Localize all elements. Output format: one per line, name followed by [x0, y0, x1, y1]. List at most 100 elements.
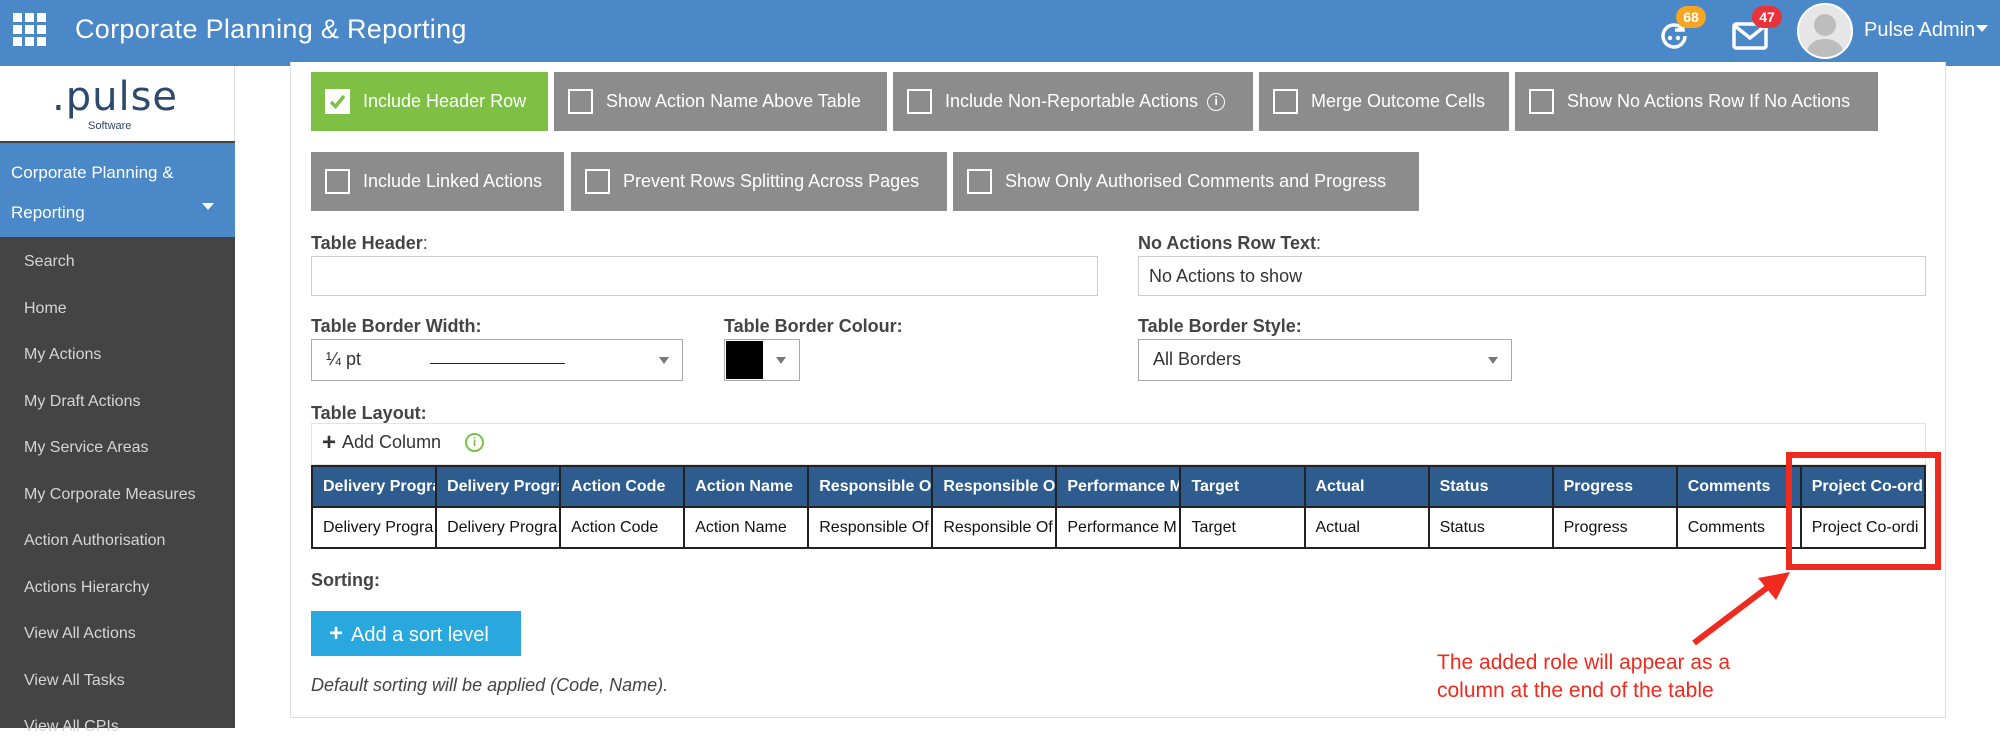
add-sort-level-button[interactable]: + Add a sort level [311, 611, 521, 656]
messages-button[interactable]: 47 [1732, 6, 1782, 54]
column-header[interactable]: Action Code [559, 465, 686, 508]
sidebar-item-view-all-actions[interactable]: View All Actions [0, 611, 235, 658]
option-label: Merge Outcome Cells [1311, 91, 1486, 111]
apps-grid-icon[interactable] [13, 13, 47, 47]
user-silhouette-icon [1805, 14, 1845, 57]
show-action-name-toggle[interactable]: Show Action Name Above Table [554, 72, 887, 131]
show-only-authorised-toggle[interactable]: Show Only Authorised Comments and Progre… [953, 152, 1419, 211]
colour-swatch [726, 341, 763, 379]
column-header[interactable]: Delivery Progra [435, 465, 562, 508]
merge-outcome-cells-toggle[interactable]: Merge Outcome Cells [1259, 72, 1509, 131]
checkbox[interactable] [1273, 89, 1298, 114]
table-border-width-select[interactable]: ¼ pt [311, 339, 683, 381]
checkbox[interactable] [325, 169, 350, 194]
option-label: Show Only Authorised Comments and Progre… [1005, 171, 1387, 191]
annotation-arrow-icon [1692, 572, 1790, 646]
column-header[interactable]: Actual [1303, 465, 1430, 508]
no-actions-row-text-input[interactable] [1138, 256, 1926, 296]
column-header[interactable]: Status [1427, 465, 1554, 508]
checkbox[interactable] [967, 169, 992, 194]
table-border-style-select[interactable]: All Borders [1138, 339, 1512, 381]
sidebar-item-view-all-cpis[interactable]: View All CPIs [0, 704, 235, 751]
table-border-style-label: Table Border Style: [1138, 316, 1302, 336]
include-header-row-toggle[interactable]: Include Header Row [311, 72, 548, 131]
sorting-label: Sorting: [311, 570, 380, 590]
module-label: Corporate Planning & Reporting [11, 163, 174, 222]
table-border-width-label: Table Border Width: [311, 316, 482, 336]
module-selector[interactable]: Corporate Planning & Reporting [0, 143, 235, 237]
table-cell: Action Name [683, 506, 810, 549]
app-title: Corporate Planning & Reporting [75, 14, 467, 44]
default-sorting-note: Default sorting will be applied (Code, N… [311, 675, 669, 695]
table-cell: Delivery Progra [435, 506, 562, 549]
chevron-down-icon[interactable] [1976, 25, 1988, 32]
table-cell: Performance M [1055, 506, 1182, 549]
sidebar: .pulse Software Corporate Planning & Rep… [0, 66, 235, 735]
table-border-colour-picker[interactable] [724, 339, 800, 381]
column-header[interactable]: Performance M [1055, 465, 1182, 508]
option-label: Include Non-Reportable Actions [945, 91, 1199, 111]
sidebar-item-my-service-areas[interactable]: My Service Areas [0, 425, 235, 472]
table-header-input[interactable] [311, 256, 1098, 296]
table-header-row: Delivery Progra Delivery Progra Action C… [310, 465, 1927, 508]
sidebar-item-view-all-tasks[interactable]: View All Tasks [0, 658, 235, 705]
messages-count-badge: 47 [1752, 6, 1782, 28]
column-header[interactable]: Delivery Progra [310, 465, 438, 508]
user-name[interactable]: Pulse Admin [1864, 19, 1975, 42]
include-non-reportable-toggle[interactable]: Include Non-Reportable Actions i [893, 72, 1253, 131]
logo-wordmark: .pulse [52, 74, 179, 120]
annotation-text: The added role will appear as a column a… [1437, 651, 1731, 702]
sidebar-item-search[interactable]: Search [0, 239, 235, 286]
avatar[interactable] [1797, 3, 1853, 59]
top-bar: Corporate Planning & Reporting 68 47 Pul… [0, 0, 2000, 66]
logo[interactable]: .pulse Software [0, 66, 235, 141]
column-header[interactable]: Action Name [683, 465, 810, 508]
sidebar-item-home[interactable]: Home [0, 286, 235, 333]
dropdown-caret-icon [1488, 357, 1498, 364]
option-label: Prevent Rows Splitting Across Pages [623, 171, 920, 191]
column-header[interactable]: Target [1179, 465, 1306, 508]
option-label: Show Action Name Above Table [606, 91, 861, 111]
table-layout-label: Table Layout: [311, 403, 427, 423]
option-label: Include Header Row [363, 91, 527, 111]
table-cell: Target [1179, 506, 1306, 549]
info-icon[interactable]: i [1207, 92, 1226, 111]
table-cell: Status [1427, 506, 1554, 549]
sidebar-item-action-authorisation[interactable]: Action Authorisation [0, 518, 235, 565]
table-row: Delivery Progra Delivery Progra Action C… [310, 506, 1927, 549]
option-label: Include Linked Actions [363, 171, 543, 191]
selected-value: All Borders [1153, 349, 1242, 369]
sidebar-item-my-actions[interactable]: My Actions [0, 332, 235, 379]
table-cell: Actual [1303, 506, 1430, 549]
column-header[interactable]: Responsible O [807, 465, 934, 508]
info-icon[interactable]: i [465, 433, 484, 452]
table-cell: Action Code [559, 506, 686, 549]
add-column-button[interactable]: + Add Column [322, 431, 441, 455]
sidebar-item-my-draft-actions[interactable]: My Draft Actions [0, 379, 235, 426]
chevron-down-icon [202, 203, 214, 210]
no-actions-row-text-label: No Actions Row Text: [1138, 233, 1322, 253]
column-header[interactable]: Responsible O [931, 465, 1058, 508]
checkbox[interactable] [907, 89, 932, 114]
checkbox[interactable] [568, 89, 593, 114]
checkbox[interactable] [1529, 89, 1554, 114]
refresh-notifications-button[interactable]: 68 [1656, 6, 1706, 54]
checkbox[interactable] [585, 169, 610, 194]
prevent-rows-splitting-toggle[interactable]: Prevent Rows Splitting Across Pages [571, 152, 947, 211]
sidebar-item-actions-hierarchy[interactable]: Actions Hierarchy [0, 565, 235, 612]
table-border-colour-label: Table Border Colour: [724, 316, 903, 336]
selected-value: ¼ pt [326, 349, 362, 369]
table-cell: Responsible Of [931, 506, 1058, 549]
plus-icon: + [329, 620, 344, 647]
checkbox[interactable] [325, 89, 350, 114]
border-line-preview [430, 363, 565, 364]
table-cell: Comments [1675, 506, 1802, 549]
column-header[interactable]: Progress [1551, 465, 1678, 508]
table-layout-toolbar: + Add Column i [311, 423, 1926, 465]
column-header[interactable]: Comments [1675, 465, 1802, 508]
dropdown-caret-icon [776, 357, 786, 364]
show-no-actions-row-toggle[interactable]: Show No Actions Row If No Actions [1515, 72, 1878, 131]
sidebar-item-my-corporate-measures[interactable]: My Corporate Measures [0, 472, 235, 519]
include-linked-actions-toggle[interactable]: Include Linked Actions [311, 152, 564, 211]
table-layout-preview: Delivery Progra Delivery Progra Action C… [310, 465, 1927, 549]
